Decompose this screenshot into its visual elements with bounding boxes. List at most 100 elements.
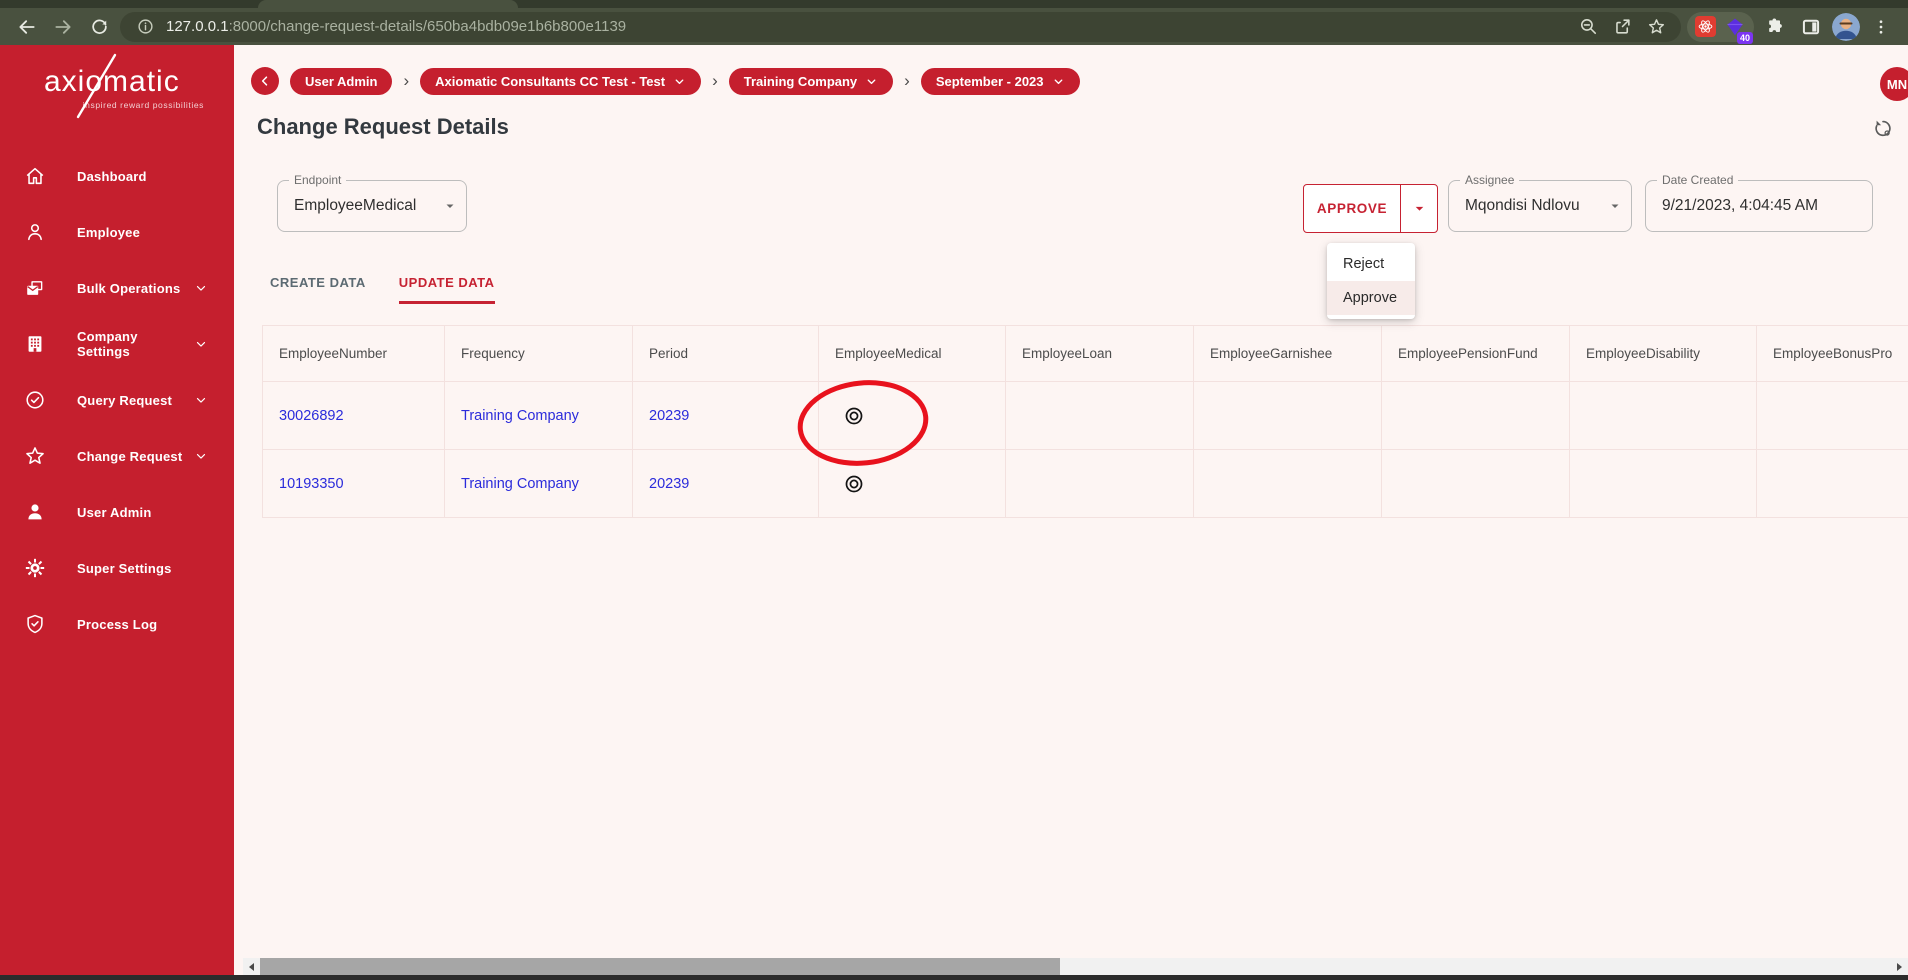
double-circle-view-icon[interactable]: [843, 405, 865, 427]
breadcrumb-chip-company[interactable]: Axiomatic Consultants CC Test - Test: [420, 67, 702, 95]
chevron-down-icon: [1054, 78, 1062, 84]
endpoint-label: Endpoint: [289, 173, 347, 188]
scrollbar-track[interactable]: [260, 958, 1891, 975]
col-period: Period: [632, 325, 819, 382]
approve-menu: Reject Approve: [1327, 243, 1415, 319]
browser-toolbar: 127.0.0.1:8000/change-request-details/65…: [0, 8, 1908, 45]
side-panel-icon[interactable]: [1796, 12, 1826, 42]
assignee-label: Assignee: [1460, 173, 1520, 188]
forward-icon[interactable]: [48, 12, 78, 42]
puzzle-extensions-icon[interactable]: [1760, 12, 1790, 42]
approve-dropdown-toggle[interactable]: [1400, 185, 1437, 232]
sidebar-item-bulk-operations[interactable]: Bulk Operations: [0, 260, 234, 316]
url-bar[interactable]: 127.0.0.1:8000/change-request-details/65…: [120, 11, 1681, 42]
table-header-row: EmployeeNumber Frequency Period Employee…: [262, 325, 1908, 382]
period-link[interactable]: 20239: [649, 408, 689, 424]
query-request-icon: [24, 389, 46, 411]
breadcrumb: User Admin › Axiomatic Consultants CC Te…: [251, 67, 1080, 95]
sidebar-item-dashboard[interactable]: Dashboard: [0, 148, 234, 204]
info-icon[interactable]: [132, 14, 158, 40]
date-created-label: Date Created: [1657, 173, 1739, 188]
process-log-icon: [24, 613, 46, 635]
scroll-left-arrow[interactable]: [243, 958, 260, 975]
sidebar-item-query-request[interactable]: Query Request: [0, 372, 234, 428]
employee-icon: [24, 221, 46, 243]
dropdown-caret-icon: [1609, 200, 1621, 212]
breadcrumb-chip-frequency[interactable]: Training Company: [728, 67, 894, 95]
star-icon[interactable]: [1643, 14, 1669, 40]
endpoint-select[interactable]: Endpoint EmployeeMedical: [277, 173, 467, 232]
sidebar-item-company-settings[interactable]: Company Settings: [0, 316, 234, 372]
profile-avatar[interactable]: [1832, 12, 1860, 41]
employee-number-link[interactable]: 10193350: [279, 476, 344, 492]
react-devtools-icon[interactable]: [1695, 16, 1716, 37]
double-circle-view-icon[interactable]: [843, 473, 865, 495]
app-logo: axiomatic inspired reward possibilities: [44, 53, 204, 119]
kebab-menu-icon[interactable]: [1866, 12, 1896, 42]
tab-create-data[interactable]: CREATE DATA: [270, 269, 366, 304]
breadcrumb-back-button[interactable]: [251, 67, 279, 95]
chevron-down-icon: [194, 393, 208, 407]
col-employee-loan: EmployeeLoan: [1005, 325, 1194, 382]
home-icon: [24, 165, 46, 187]
horizontal-scrollbar: [243, 958, 1908, 975]
zoom-out-icon[interactable]: [1575, 14, 1601, 40]
chevron-down-icon: [194, 449, 208, 463]
chevron-down-icon: [675, 78, 684, 84]
window-bottom-edge: [0, 975, 1908, 980]
back-icon[interactable]: [12, 12, 42, 42]
change-request-table: EmployeeNumber Frequency Period Employee…: [262, 325, 1908, 518]
endpoint-value: EmployeeMedical: [294, 197, 417, 214]
main-content: User Admin › Axiomatic Consultants CC Te…: [234, 45, 1908, 975]
super-settings-icon: [24, 557, 46, 579]
reload-icon[interactable]: [84, 12, 114, 42]
sidebar-item-super-settings[interactable]: Super Settings: [0, 540, 234, 596]
frequency-link[interactable]: Training Company: [461, 476, 579, 492]
menu-item-reject[interactable]: Reject: [1327, 247, 1415, 281]
user-avatar[interactable]: MN: [1880, 67, 1908, 101]
dropdown-caret-icon: [444, 200, 456, 212]
extension-badge: 40: [1736, 31, 1753, 44]
table-row: 30026892 Training Company 20239: [262, 381, 1908, 450]
date-created-value: 9/21/2023, 4:04:45 AM: [1662, 197, 1818, 214]
assignee-value: Mqondisi Ndlovu: [1465, 197, 1580, 214]
logo-wordmark: axiomatic: [44, 65, 180, 98]
sidebar-nav: Dashboard Employee Bulk Operations Compa…: [0, 148, 234, 652]
col-employee-bonus: EmployeeBonusPro: [1756, 325, 1908, 382]
breadcrumb-chip-user-admin[interactable]: User Admin: [290, 67, 393, 95]
chevron-down-icon: [867, 78, 876, 84]
period-link[interactable]: 20239: [649, 476, 689, 492]
user-admin-icon: [24, 501, 46, 523]
assignee-select[interactable]: Assignee Mqondisi Ndlovu: [1448, 173, 1632, 232]
menu-item-approve[interactable]: Approve: [1327, 281, 1415, 315]
sidebar: axiomatic inspired reward possibilities …: [0, 45, 234, 975]
url-text[interactable]: 127.0.0.1:8000/change-request-details/65…: [166, 18, 1567, 35]
employee-number-link[interactable]: 30026892: [279, 408, 344, 424]
scroll-right-arrow[interactable]: [1891, 958, 1908, 975]
sidebar-item-change-request[interactable]: Change Request: [0, 428, 234, 484]
scrollbar-thumb[interactable]: [260, 958, 1060, 975]
approve-button[interactable]: APPROVE: [1304, 185, 1400, 232]
bulk-operations-icon: [24, 277, 46, 299]
sidebar-item-employee[interactable]: Employee: [0, 204, 234, 260]
chevron-down-icon: [194, 337, 208, 351]
breadcrumb-chip-period[interactable]: September - 2023: [920, 67, 1080, 95]
company-settings-icon: [24, 333, 46, 355]
sidebar-item-process-log[interactable]: Process Log: [0, 596, 234, 652]
col-employee-pension-fund: EmployeePensionFund: [1381, 325, 1570, 382]
url-path: :8000/change-request-details/650ba4bdb09…: [228, 18, 627, 35]
date-created-field: Date Created 9/21/2023, 4:04:45 AM: [1645, 173, 1873, 232]
pinned-extensions-group: 40: [1687, 11, 1754, 44]
sync-settings-icon[interactable]: [1872, 117, 1894, 144]
share-icon[interactable]: [1609, 14, 1635, 40]
browser-active-tab[interactable]: [258, 0, 518, 8]
dropdown-caret-icon: [1415, 206, 1423, 211]
page-title: Change Request Details: [257, 114, 509, 139]
sidebar-item-user-admin[interactable]: User Admin: [0, 484, 234, 540]
col-employee-medical: EmployeeMedical: [818, 325, 1006, 382]
col-employee-garnishee: EmployeeGarnishee: [1193, 325, 1382, 382]
tab-update-data[interactable]: UPDATE DATA: [398, 269, 495, 304]
gem-extension-icon[interactable]: 40: [1724, 16, 1753, 44]
frequency-link[interactable]: Training Company: [461, 408, 579, 424]
chevron-down-icon: [194, 281, 208, 295]
